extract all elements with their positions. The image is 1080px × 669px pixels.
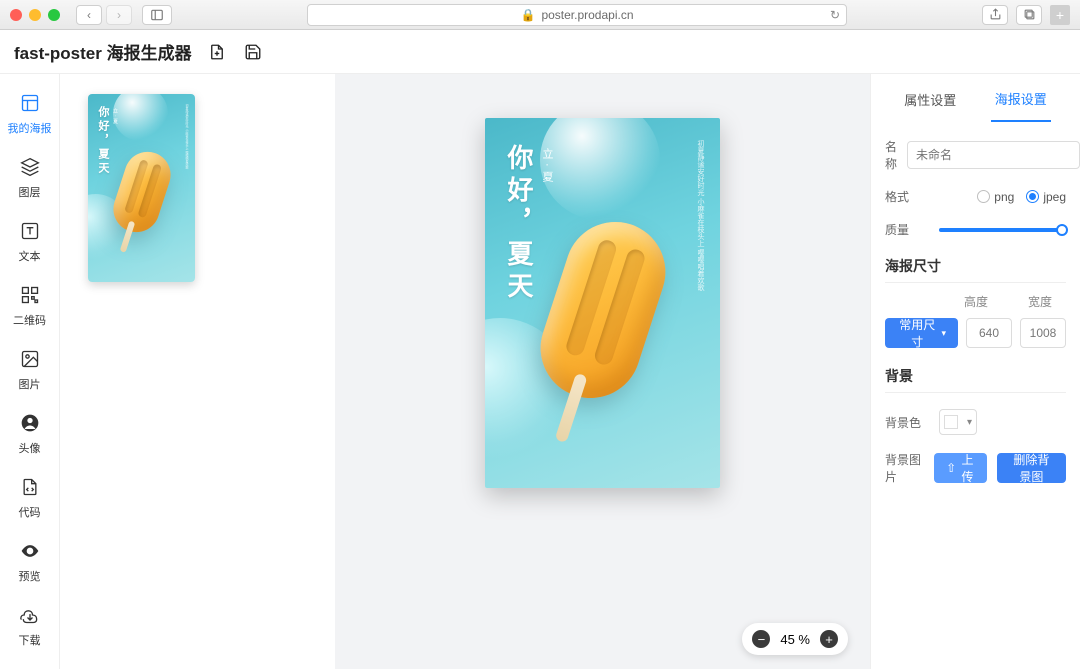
chevron-down-icon: ▾ (967, 417, 972, 428)
minimize-window-button[interactable] (29, 9, 41, 21)
tabs-button[interactable] (1016, 5, 1042, 25)
rail-item-label: 二维码 (13, 312, 46, 328)
back-button[interactable]: ‹ (76, 5, 102, 25)
avatar-icon (19, 412, 41, 434)
color-swatch (944, 415, 958, 429)
poster-corner-text[interactable]: 初夏静谧安好时光 小麻雀在枝头上 嘤嘤唱着欢歌 (693, 140, 706, 291)
popsicle-graphic[interactable] (527, 209, 678, 411)
upload-bg-button[interactable]: ⇧ 上传 (934, 453, 987, 483)
close-window-button[interactable] (10, 9, 22, 21)
settings-panel: 属性设置 海报设置 名称 格式 png jpeg 质量 海报尺寸 高度 宽度 常… (870, 74, 1080, 669)
rail-item-label: 文本 (19, 248, 41, 264)
fullscreen-window-button[interactable] (48, 9, 60, 21)
popsicle-graphic (107, 146, 176, 238)
name-label: 名称 (885, 138, 897, 172)
window-controls (10, 9, 60, 21)
qr-icon (19, 284, 41, 306)
quality-slider[interactable] (939, 228, 1066, 232)
text-icon (19, 220, 41, 242)
rail-item-image[interactable]: 图片 (0, 340, 59, 404)
poster-list: 你好，夏天 立·夏 初夏静谧安好时光 小麻雀在枝头上 嘤嘤唱着欢歌 (60, 74, 335, 669)
zoom-in-button[interactable]: + (820, 630, 838, 648)
forward-button[interactable]: › (106, 5, 132, 25)
size-section-header: 海报尺寸 (885, 256, 1066, 283)
poster-canvas[interactable]: 你好，夏天 立·夏 初夏静谧安好时光 小麻雀在枝头上 嘤嘤唱着欢歌 (485, 118, 720, 488)
url-text: poster.prodapi.cn (541, 8, 633, 22)
format-jpeg-radio[interactable]: jpeg (1026, 190, 1066, 204)
share-button[interactable] (982, 5, 1008, 25)
save-button[interactable] (242, 41, 264, 63)
rail-item-label: 代码 (19, 504, 41, 520)
bg-color-label: 背景色 (885, 414, 929, 431)
app-title: fast-poster 海报生成器 (14, 39, 192, 64)
bg-image-label: 背景图片 (885, 451, 924, 485)
app-header: fast-poster 海报生成器 (0, 30, 1080, 74)
preset-size-button[interactable]: 常用尺寸▾ (885, 318, 958, 348)
bg-color-picker[interactable]: ▾ (939, 409, 977, 435)
poster-main-text[interactable]: 你好，夏天 (501, 144, 538, 304)
new-tab-button[interactable]: + (1050, 5, 1070, 25)
download-icon (19, 604, 41, 626)
width-label: 宽度 (1028, 293, 1052, 310)
rail-item-download[interactable]: 下载 (0, 596, 59, 660)
rail-item-label: 我的海报 (8, 120, 52, 136)
template-icon (19, 92, 41, 114)
rail-item-label: 头像 (19, 440, 41, 456)
canvas-area[interactable]: 你好，夏天 立·夏 初夏静谧安好时光 小麻雀在枝头上 嘤嘤唱着欢歌 − 45 %… (335, 74, 870, 669)
poster-sub-text: 立·夏 (112, 108, 119, 126)
rail-item-help[interactable]: 帮助 (0, 660, 59, 669)
rail-item-avatar[interactable]: 头像 (0, 404, 59, 468)
sidebar-toggle-button[interactable] (142, 5, 172, 25)
poster-sub-text[interactable]: 立·夏 (539, 148, 555, 186)
rail-item-label: 下载 (19, 632, 41, 648)
reload-icon[interactable]: ↻ (830, 8, 840, 22)
remove-bg-button[interactable]: 删除背景图 (997, 453, 1066, 483)
bg-section-header: 背景 (885, 366, 1066, 393)
height-label: 高度 (964, 293, 988, 310)
poster-corner-text: 初夏静谧安好时光 小麻雀在枝头上 嘤嘤唱着欢歌 (184, 104, 189, 169)
tab-attributes[interactable]: 属性设置 (900, 76, 960, 121)
rail-item-layer[interactable]: 图层 (0, 148, 59, 212)
code-icon (19, 476, 41, 498)
poster-preview-small: 你好，夏天 立·夏 初夏静谧安好时光 小麻雀在枝头上 嘤嘤唱着欢歌 (88, 94, 195, 282)
rail-item-text[interactable]: 文本 (0, 212, 59, 276)
tool-rail: 我的海报图层文本二维码图片头像代码预览下载帮助 (0, 74, 60, 669)
width-input[interactable] (1020, 318, 1066, 348)
address-bar[interactable]: 🔒 poster.prodapi.cn ↻ (307, 4, 847, 26)
poster-main-text: 你好，夏天 (95, 106, 111, 176)
tab-poster-settings[interactable]: 海报设置 (991, 75, 1051, 122)
format-label: 格式 (885, 188, 929, 205)
rail-item-qr[interactable]: 二维码 (0, 276, 59, 340)
height-input[interactable] (966, 318, 1012, 348)
panel-tabs: 属性设置 海报设置 (885, 74, 1066, 122)
browser-toolbar: ‹ › 🔒 poster.prodapi.cn ↻ + (0, 0, 1080, 30)
rail-item-preview[interactable]: 预览 (0, 532, 59, 596)
upload-icon: ⇧ (946, 461, 956, 475)
zoom-out-button[interactable]: − (752, 630, 770, 648)
zoom-control: − 45 % + (742, 623, 848, 655)
rail-item-label: 图层 (19, 184, 41, 200)
quality-label: 质量 (885, 221, 929, 238)
poster-thumbnail[interactable]: 你好，夏天 立·夏 初夏静谧安好时光 小麻雀在枝头上 嘤嘤唱着欢歌 (88, 94, 195, 282)
format-png-radio[interactable]: png (977, 190, 1014, 204)
chevron-down-icon: ▾ (941, 328, 946, 339)
zoom-level: 45 % (780, 632, 810, 647)
lock-icon: 🔒 (520, 8, 535, 22)
image-icon (19, 348, 41, 370)
rail-item-code[interactable]: 代码 (0, 468, 59, 532)
main-area: 我的海报图层文本二维码图片头像代码预览下载帮助 你好，夏天 立·夏 初夏静谧安好… (0, 74, 1080, 669)
new-document-button[interactable] (206, 41, 228, 63)
rail-item-my[interactable]: 我的海报 (0, 84, 59, 148)
rail-item-label: 图片 (19, 376, 41, 392)
rail-item-label: 预览 (19, 568, 41, 584)
name-input[interactable] (907, 141, 1080, 169)
layers-icon (19, 156, 41, 178)
eye-icon (19, 540, 41, 562)
